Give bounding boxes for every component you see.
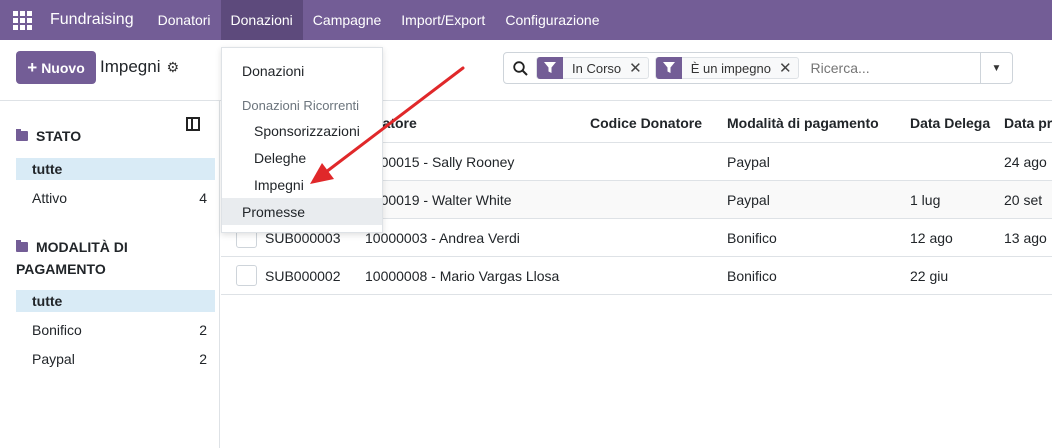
cell-ref: SUB000002 bbox=[265, 268, 341, 284]
filter-label: Attivo bbox=[32, 190, 68, 206]
cell-donor: 0000019 - Walter White bbox=[365, 192, 512, 208]
column-header-data[interactable]: Data pr bbox=[1004, 115, 1052, 131]
menu-item-impegni[interactable]: Impegni bbox=[222, 171, 382, 198]
nav-import-export[interactable]: Import/Export bbox=[391, 0, 495, 40]
search-icon[interactable] bbox=[504, 53, 536, 83]
section-title-modalita: MODALITÀ DI bbox=[16, 236, 128, 258]
apps-menu-icon[interactable] bbox=[0, 0, 44, 40]
filter-item-paypal[interactable]: Paypal 2 bbox=[16, 348, 215, 370]
section-title-label: STATO bbox=[36, 128, 82, 144]
menu-item-deleghe[interactable]: Deleghe bbox=[222, 144, 382, 171]
menu-section-header: Donazioni Ricorrenti bbox=[242, 98, 360, 113]
menu-item-donazioni[interactable]: Donazioni bbox=[222, 57, 382, 84]
search-input[interactable] bbox=[810, 60, 961, 76]
cell-payment: Bonifico bbox=[727, 230, 777, 246]
search-panel: STATO tutte Attivo 4 MODALITÀ DI PAGAMEN… bbox=[0, 101, 220, 448]
filter-icon bbox=[655, 57, 682, 79]
filter-label: tutte bbox=[32, 161, 63, 177]
nav-campagne[interactable]: Campagne bbox=[303, 0, 392, 40]
search-facet: È un impegno ✕ bbox=[654, 57, 799, 79]
section-title-modalita-line2: PAGAMENTO bbox=[16, 258, 106, 280]
cell-payment: Paypal bbox=[727, 192, 770, 208]
nav-configurazione[interactable]: Configurazione bbox=[495, 0, 609, 40]
page-title: Impegni bbox=[100, 57, 161, 76]
close-icon[interactable]: ✕ bbox=[629, 59, 648, 77]
new-button-label: Nuovo bbox=[41, 59, 85, 76]
cell-delega: 1 lug bbox=[910, 192, 941, 208]
column-header-modalita-pagamento[interactable]: Modalità di pagamento bbox=[727, 115, 879, 131]
section-title-label: MODALITÀ DI bbox=[36, 239, 128, 255]
cell-donor: 0000015 - Sally Rooney bbox=[365, 154, 515, 170]
filter-label: tutte bbox=[32, 293, 63, 309]
gear-icon[interactable]: ⚙ bbox=[166, 59, 179, 76]
filter-label: Bonifico bbox=[32, 322, 82, 338]
column-header-codice-donatore[interactable]: Codice Donatore bbox=[590, 115, 702, 131]
table-row[interactable]: SUB000002 10000008 - Mario Vargas Llosa … bbox=[221, 257, 1052, 295]
breadcrumb: Impegni ⚙ bbox=[100, 57, 179, 77]
row-checkbox[interactable] bbox=[236, 265, 257, 286]
donazioni-dropdown-menu: Donazioni Donazioni Ricorrenti Sponsoriz… bbox=[221, 47, 383, 233]
cell-data: 20 set bbox=[1004, 192, 1043, 208]
facet-label: In Corso bbox=[572, 60, 622, 76]
caret-down-icon[interactable]: ▼ bbox=[980, 53, 1012, 83]
filter-count: 2 bbox=[199, 351, 207, 367]
menu-item-sponsorizzazioni[interactable]: Sponsorizzazioni bbox=[222, 117, 382, 144]
close-icon[interactable]: ✕ bbox=[779, 59, 798, 77]
plus-icon: + bbox=[27, 57, 38, 77]
filter-item-bonifico[interactable]: Bonifico 2 bbox=[16, 319, 215, 341]
cell-payment: Paypal bbox=[727, 154, 770, 170]
top-navbar: Fundraising Donatori Donazioni Campagne … bbox=[0, 0, 1052, 40]
folder-icon bbox=[16, 129, 28, 141]
nav-donazioni[interactable]: Donazioni bbox=[220, 0, 303, 40]
facet-label: È un impegno bbox=[690, 60, 771, 76]
cell-data: 13 ago bbox=[1004, 230, 1047, 246]
menu-item-promesse[interactable]: Promesse bbox=[222, 198, 382, 225]
app-name[interactable]: Fundraising bbox=[50, 11, 134, 29]
cell-data: 24 ago bbox=[1004, 154, 1047, 170]
cell-payment: Bonifico bbox=[727, 268, 777, 284]
filter-item-tutte[interactable]: tutte bbox=[16, 158, 215, 180]
filter-icon bbox=[537, 57, 563, 79]
filter-count: 4 bbox=[199, 190, 207, 206]
search-facet: In Corso ✕ bbox=[536, 57, 649, 79]
filter-item-attivo[interactable]: Attivo 4 bbox=[16, 187, 215, 209]
column-header-data-delega[interactable]: Data Delega bbox=[910, 115, 990, 131]
filter-label: Paypal bbox=[32, 351, 75, 367]
sidebar-toggle-icon[interactable] bbox=[186, 117, 200, 131]
nav-donatori[interactable]: Donatori bbox=[148, 0, 221, 40]
filter-item-tutte[interactable]: tutte bbox=[16, 290, 215, 312]
folder-icon bbox=[16, 240, 28, 252]
section-title-label: PAGAMENTO bbox=[16, 261, 106, 277]
cell-donor: 10000008 - Mario Vargas Llosa bbox=[365, 268, 560, 284]
search-bar: In Corso ✕ È un impegno ✕ ▼ bbox=[503, 52, 1013, 84]
cell-delega: 12 ago bbox=[910, 230, 953, 246]
section-title-stato: STATO bbox=[16, 125, 81, 147]
cell-delega: 22 giu bbox=[910, 268, 949, 284]
filter-count: 2 bbox=[199, 322, 207, 338]
new-button[interactable]: + Nuovo bbox=[16, 51, 96, 84]
cell-donor: 10000003 - Andrea Verdi bbox=[365, 230, 520, 246]
